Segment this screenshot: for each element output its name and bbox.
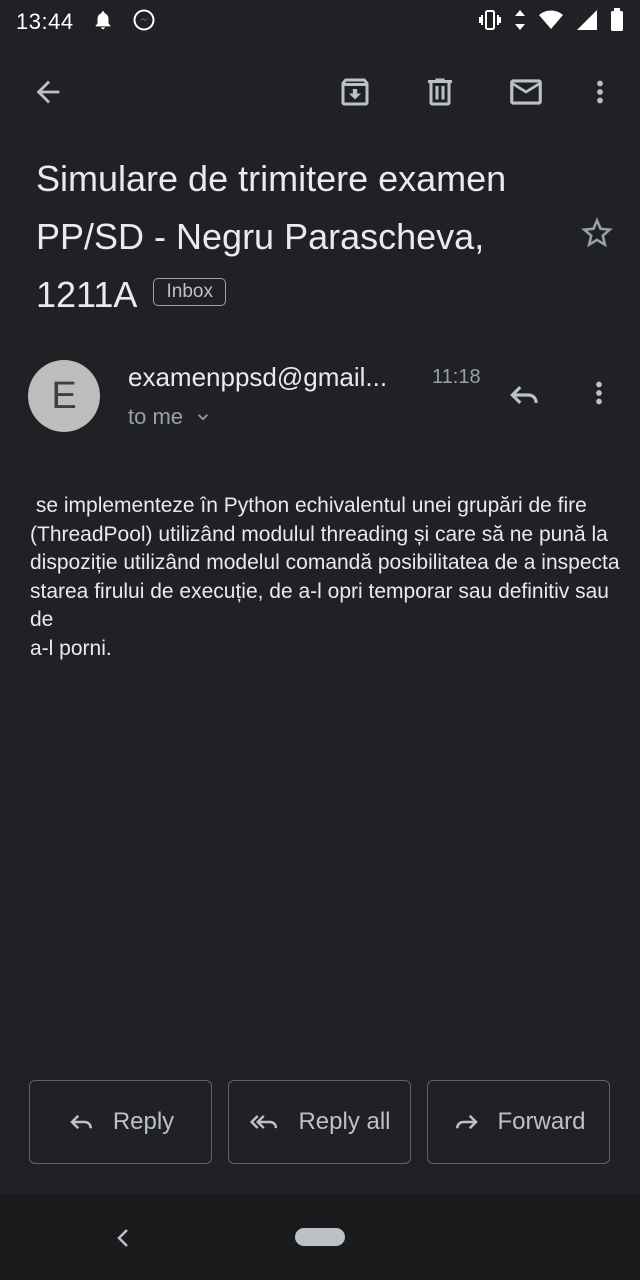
forward-label: Forward: [497, 1108, 586, 1135]
chevron-left-icon: [117, 1229, 128, 1247]
reply-icon: [510, 385, 538, 405]
more-vert-icon: [596, 381, 602, 405]
recipient-details[interactable]: to me: [128, 404, 213, 430]
reply-all-icon: [250, 1115, 278, 1129]
status-bar: 13:44: [0, 0, 640, 44]
email-body: se implementeze în Python echivalentul u…: [30, 492, 620, 663]
body-line: a-l porni.: [30, 636, 112, 660]
delete-button[interactable]: [420, 72, 460, 112]
body-line: (ThreadPool) utilizând modulul threading…: [30, 522, 608, 546]
email-actions: Reply Reply all Forward: [0, 1080, 640, 1166]
messenger-icon: [132, 8, 156, 37]
email-time: 11:18: [432, 366, 481, 388]
wifi-icon: [538, 9, 564, 36]
mail-icon: [510, 79, 542, 105]
subject-text: Simulare de trimitere examen PP/SD - Neg…: [36, 158, 507, 315]
archive-icon: [341, 78, 369, 106]
more-vert-icon: [597, 80, 603, 104]
chevron-down-icon: [198, 414, 209, 421]
more-options-button[interactable]: [580, 72, 620, 112]
mark-unread-button[interactable]: [506, 72, 546, 112]
star-outline-icon: [581, 217, 613, 248]
reply-icon: [70, 1114, 92, 1130]
notification-bell-icon: [92, 9, 114, 36]
nav-home-pill[interactable]: [295, 1228, 345, 1246]
reply-label: Reply: [112, 1108, 175, 1135]
quick-reply-button[interactable]: [506, 376, 546, 416]
forward-icon: [456, 1114, 479, 1130]
battery-icon: [610, 7, 624, 37]
sender-more-button[interactable]: [582, 376, 622, 416]
back-button[interactable]: [28, 72, 68, 112]
sender-avatar[interactable]: E: [28, 360, 100, 432]
sender-address[interactable]: examenppsd@gmail...: [128, 362, 387, 393]
reply-button[interactable]: Reply: [29, 1080, 212, 1164]
nav-back-button[interactable]: [110, 1222, 138, 1254]
trash-icon: [428, 78, 452, 106]
data-arrows-icon: [514, 9, 526, 36]
reply-all-button[interactable]: Reply all: [228, 1080, 411, 1164]
email-subject: Simulare de trimitere examen PP/SD - Neg…: [36, 150, 556, 324]
cell-signal-icon: [576, 9, 598, 36]
body-line: starea firului de execuție, de a-l opri …: [30, 579, 609, 632]
body-line: dispoziție utilizând modelul comandă pos…: [30, 551, 620, 574]
vibrate-icon: [478, 9, 502, 36]
forward-button[interactable]: Forward: [427, 1080, 610, 1164]
inbox-label-badge[interactable]: Inbox: [153, 278, 226, 307]
body-line: se implementeze în Python echivalentul u…: [30, 494, 587, 517]
arrow-back-icon: [36, 80, 60, 104]
system-nav-bar: [0, 1194, 640, 1280]
status-time: 13:44: [16, 9, 74, 34]
reply-all-label: Reply all: [298, 1108, 391, 1135]
email-toolbar: [0, 54, 640, 130]
archive-button[interactable]: [335, 72, 375, 112]
recipient-label: to me: [128, 404, 184, 429]
star-button[interactable]: [578, 214, 616, 252]
